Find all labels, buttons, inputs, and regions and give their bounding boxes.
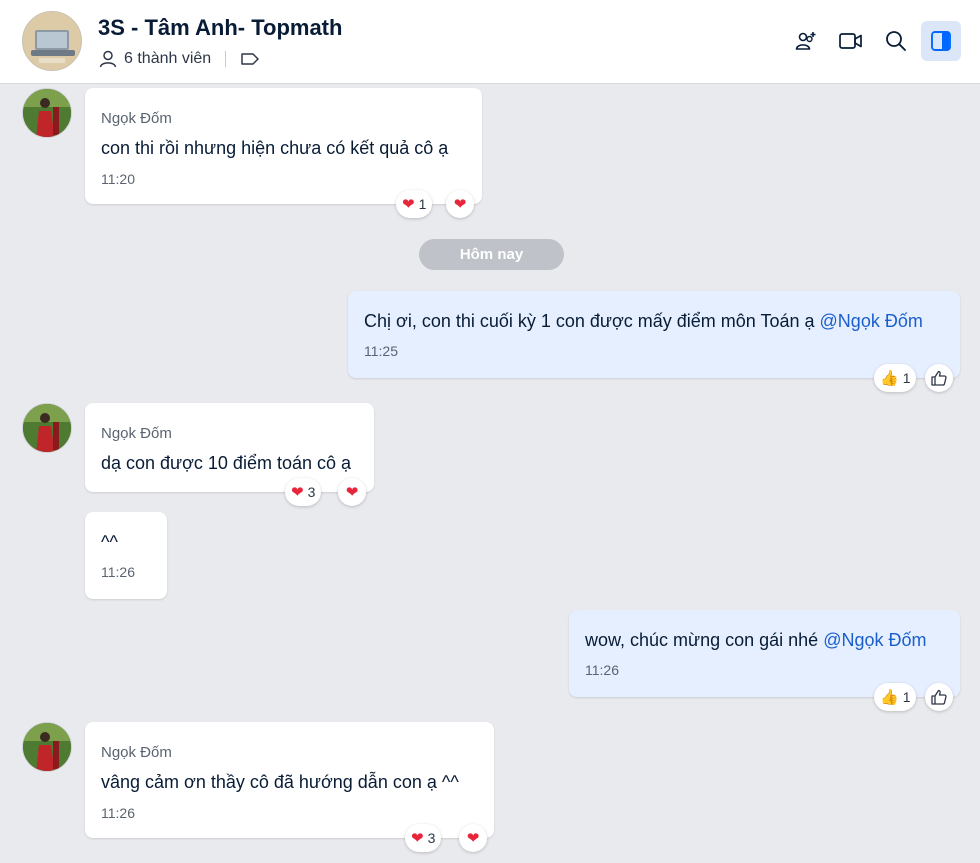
mention-link[interactable]: @Ngọk Đốm [823, 630, 926, 650]
message-text: ^^ [101, 532, 118, 552]
reaction-count: 1 [418, 196, 427, 212]
member-count[interactable]: 6 thành viên [124, 50, 211, 68]
add-member-button[interactable] [786, 21, 826, 61]
reaction-summary[interactable]: ❤ 3 [405, 824, 442, 852]
date-separator: Hôm nay [419, 239, 564, 270]
message-text: wow, chúc mừng con gái nhé @Ngọk Đốm [585, 630, 927, 651]
sender-name: Ngọk Đốm [101, 425, 172, 442]
message-time: 11:26 [585, 662, 619, 678]
heart-icon: ❤ [466, 830, 480, 847]
message-text: Chị ơi, con thi cuối kỳ 1 con được mấy đ… [364, 311, 923, 332]
chat-header: 3S - Tâm Anh- Topmath 6 thành viên [0, 0, 980, 84]
message-text: con thi rồi nhưng hiện chưa có kết quả c… [101, 138, 449, 158]
message-time: 11:26 [101, 564, 135, 580]
group-avatar[interactable] [22, 11, 82, 71]
message-list[interactable]: Ngọk Đốm con thi rồi nhưng hiện chưa có … [0, 85, 980, 863]
avatar-image [23, 89, 71, 137]
message-bubble[interactable]: ^^ 11:26 [85, 512, 167, 599]
sidebar-panel-icon [931, 31, 951, 51]
reaction-count: 3 [427, 830, 436, 846]
avatar[interactable] [22, 88, 72, 138]
video-call-button[interactable] [831, 21, 871, 61]
search-icon [886, 31, 906, 51]
reaction-count: 1 [902, 370, 911, 386]
group-avatar-image [23, 12, 81, 70]
mention-link[interactable]: @Ngọk Đốm [820, 311, 923, 331]
reaction-count: 3 [307, 484, 316, 500]
reaction-count: 1 [902, 689, 911, 705]
sender-name: Ngọk Đốm [101, 744, 172, 761]
member-icon [99, 50, 117, 68]
avatar[interactable] [22, 403, 72, 453]
message-body: wow, chúc mừng con gái nhé [585, 630, 824, 650]
reaction-summary[interactable]: ❤ 1 [396, 190, 433, 218]
message-time: 11:25 [364, 343, 398, 359]
thumbs-up-icon: 👍 [880, 370, 899, 387]
message-text: vâng cảm ơn thầy cô đã hướng dẫn con ạ ^… [101, 772, 459, 792]
thumbs-up-icon: 👍 [880, 689, 899, 706]
heart-icon: ❤ [402, 196, 415, 213]
like-button[interactable] [925, 364, 953, 392]
message-text: dạ con được 10 điểm toán cô ạ [101, 453, 352, 473]
message-bubble[interactable]: Ngọk Đốm dạ con được 10 điểm toán cô ạ [85, 403, 374, 492]
sender-name: Ngọk Đốm [101, 110, 172, 127]
message-bubble[interactable]: Chị ơi, con thi cuối kỳ 1 con được mấy đ… [348, 291, 960, 378]
search-button[interactable] [876, 21, 916, 61]
heart-icon: ❤ [453, 196, 467, 213]
heart-icon: ❤ [291, 484, 304, 501]
message-bubble[interactable]: Ngọk Đốm vâng cảm ơn thầy cô đã hướng dẫ… [85, 722, 494, 838]
avatar-image [23, 723, 71, 771]
react-button[interactable]: ❤ [338, 478, 366, 506]
add-member-icon [795, 32, 816, 50]
toggle-info-panel-button[interactable] [921, 21, 961, 61]
message-bubble[interactable]: Ngọk Đốm con thi rồi nhưng hiện chưa có … [85, 88, 482, 204]
thumbs-up-outline-icon [931, 370, 947, 386]
group-info-row: 6 thành viên [98, 49, 260, 69]
heart-icon: ❤ [411, 830, 424, 847]
like-button[interactable] [925, 683, 953, 711]
video-camera-icon [839, 33, 862, 49]
heart-icon: ❤ [345, 484, 359, 501]
message-time: 11:20 [101, 171, 135, 187]
react-button[interactable]: ❤ [446, 190, 474, 218]
message-body: Chị ơi, con thi cuối kỳ 1 con được mấy đ… [364, 311, 820, 331]
avatar[interactable] [22, 722, 72, 772]
reaction-summary[interactable]: ❤ 3 [285, 478, 322, 506]
message-time: 11:26 [101, 805, 135, 821]
thumbs-up-outline-icon [931, 689, 947, 705]
group-title: 3S - Tâm Anh- Topmath [98, 15, 343, 40]
reaction-summary[interactable]: 👍 1 [874, 683, 917, 711]
react-button[interactable]: ❤ [459, 824, 487, 852]
tag-icon[interactable] [240, 49, 260, 69]
reaction-summary[interactable]: 👍 1 [874, 364, 917, 392]
divider [225, 51, 227, 67]
avatar-image [23, 404, 71, 452]
